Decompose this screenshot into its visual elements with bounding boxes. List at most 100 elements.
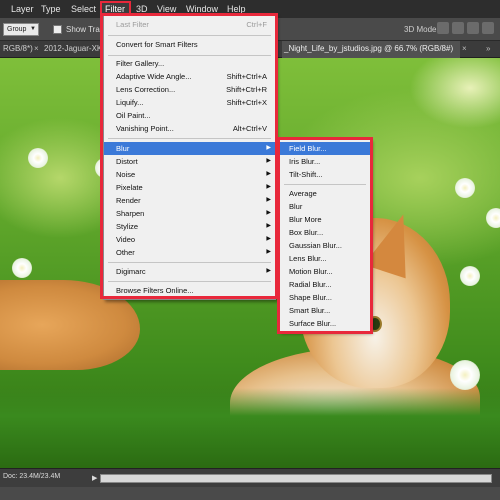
menu-3d[interactable]: 3D: [136, 4, 148, 14]
show-transform-label: Show Tran: [66, 25, 105, 34]
menu-item-shape-blur[interactable]: Shape Blur...: [280, 291, 370, 304]
menu-item-tilt-shift[interactable]: Tilt-Shift...: [280, 168, 370, 181]
pixelate-label: Pixelate: [116, 183, 143, 192]
chevron-right-icon: ▶: [266, 171, 271, 177]
lens-blur-label: Lens Blur...: [289, 254, 327, 263]
menu-item-box-blur[interactable]: Box Blur...: [280, 226, 370, 239]
menu-item-blur-basic[interactable]: Blur: [280, 200, 370, 213]
menu-item-blur-more[interactable]: Blur More: [280, 213, 370, 226]
menu-item-sharpen[interactable]: Sharpen ▶: [104, 207, 275, 220]
chevron-right-icon: ▶: [266, 145, 271, 151]
menu-item-vanishing-point[interactable]: Vanishing Point... Alt+Ctrl+V: [104, 122, 275, 135]
menu-separator: [108, 281, 271, 282]
liquify-label: Liquify...: [116, 98, 144, 107]
chevron-right-icon: ▶: [266, 268, 271, 274]
roll-3d-icon[interactable]: [452, 22, 464, 34]
menu-item-convert-smart-filters[interactable]: Convert for Smart Filters: [104, 38, 275, 51]
browse-label: Browse Filters Online...: [116, 286, 194, 295]
document-size: Doc: 23.4M/23.4M: [3, 473, 61, 480]
clover-flower: [486, 208, 500, 228]
tab-previous[interactable]: RGB/8*): [3, 44, 33, 53]
menu-item-filter-gallery[interactable]: Filter Gallery...: [104, 57, 275, 70]
status-bar: Doc: 23.4M/23.4M ▶: [0, 468, 500, 500]
smart-blur-label: Smart Blur...: [289, 306, 331, 315]
menu-window[interactable]: Window: [186, 4, 218, 14]
menu-item-noise[interactable]: Noise ▶: [104, 168, 275, 181]
menu-filter[interactable]: Filter: [105, 4, 125, 14]
radial-blur-label: Radial Blur...: [289, 280, 332, 289]
auto-select-dropdown[interactable]: Group ▼: [3, 23, 39, 36]
adaptive-label: Adaptive Wide Angle...: [116, 72, 192, 81]
blur-submenu: Field Blur... Iris Blur... Tilt-Shift...…: [279, 139, 371, 332]
menu-view[interactable]: View: [157, 4, 176, 14]
last-filter-shortcut: Ctrl+F: [246, 20, 267, 29]
lens-correction-label: Lens Correction...: [116, 85, 176, 94]
menu-item-smart-blur[interactable]: Smart Blur...: [280, 304, 370, 317]
menu-item-adaptive-wide-angle[interactable]: Adaptive Wide Angle... Shift+Ctrl+A: [104, 70, 275, 83]
chevron-right-icon: ▶: [266, 223, 271, 229]
chevron-right-icon: ▶: [266, 158, 271, 164]
clover-flower: [28, 148, 48, 168]
bottom-panel: [0, 487, 500, 500]
tab-jaguar[interactable]: 2012-Jaguar-XKR: [44, 44, 108, 53]
video-label: Video: [116, 235, 136, 244]
menu-separator: [284, 184, 366, 185]
menu-item-pixelate[interactable]: Pixelate ▶: [104, 181, 275, 194]
mode-3d-label: 3D Mode:: [404, 25, 439, 34]
digimarc-label: Digimarc: [116, 267, 146, 276]
close-icon[interactable]: ×: [462, 44, 467, 53]
menu-item-radial-blur[interactable]: Radial Blur...: [280, 278, 370, 291]
menu-item-digimarc[interactable]: Digimarc ▶: [104, 265, 275, 278]
status-arrow-icon[interactable]: ▶: [92, 474, 97, 482]
menu-separator: [108, 262, 271, 263]
menu-separator: [108, 138, 271, 139]
menu-item-iris-blur[interactable]: Iris Blur...: [280, 155, 370, 168]
motion-blur-label: Motion Blur...: [289, 267, 333, 276]
slide-3d-icon[interactable]: [482, 22, 494, 34]
menu-layer[interactable]: Layer: [11, 4, 34, 14]
menu-item-stylize[interactable]: Stylize ▶: [104, 220, 275, 233]
chevron-right-icon: ▶: [266, 197, 271, 203]
menu-type[interactable]: Type: [41, 4, 61, 14]
menu-item-distort[interactable]: Distort ▶: [104, 155, 275, 168]
photoshop-window: Layer Type Select Filter 3D View Window …: [0, 0, 500, 500]
blur-label: Blur: [116, 144, 130, 153]
vanishing-shortcut: Alt+Ctrl+V: [232, 124, 267, 133]
surface-blur-label: Surface Blur...: [289, 319, 337, 328]
menu-item-other[interactable]: Other ▶: [104, 246, 275, 259]
render-label: Render: [116, 196, 141, 205]
horizontal-scrollbar[interactable]: [100, 474, 492, 483]
clover-flower: [460, 266, 480, 286]
blur-basic-label: Blur: [289, 202, 303, 211]
last-filter-label: Last Filter: [116, 20, 149, 29]
stylize-label: Stylize: [116, 222, 139, 231]
show-transform-checkbox[interactable]: [53, 25, 62, 34]
drag-3d-icon[interactable]: [467, 22, 479, 34]
lens-correction-shortcut: Shift+Ctrl+R: [226, 85, 267, 94]
menu-item-liquify[interactable]: Liquify... Shift+Ctrl+X: [104, 96, 275, 109]
oil-paint-label: Oil Paint...: [116, 111, 151, 120]
menu-item-surface-blur[interactable]: Surface Blur...: [280, 317, 370, 330]
menu-help[interactable]: Help: [227, 4, 246, 14]
close-icon[interactable]: ×: [34, 44, 39, 53]
menu-item-oil-paint[interactable]: Oil Paint...: [104, 109, 275, 122]
menu-item-blur[interactable]: Blur ▶: [104, 142, 275, 155]
menu-item-average[interactable]: Average: [280, 187, 370, 200]
menu-item-video[interactable]: Video ▶: [104, 233, 275, 246]
menu-item-gaussian-blur[interactable]: Gaussian Blur...: [280, 239, 370, 252]
field-blur-label: Field Blur...: [289, 144, 327, 153]
sharpen-label: Sharpen: [116, 209, 145, 218]
chevron-down-icon: ▼: [30, 26, 36, 32]
grass-foreground: [0, 388, 500, 468]
menu-item-browse-filters-online[interactable]: Browse Filters Online...: [104, 284, 275, 297]
menu-item-field-blur[interactable]: Field Blur...: [280, 142, 370, 155]
more-tabs-icon[interactable]: »: [486, 44, 490, 53]
menu-item-motion-blur[interactable]: Motion Blur...: [280, 265, 370, 278]
menu-item-lens-blur[interactable]: Lens Blur...: [280, 252, 370, 265]
menu-select[interactable]: Select: [71, 4, 96, 14]
adaptive-shortcut: Shift+Ctrl+A: [226, 72, 267, 81]
menu-item-render[interactable]: Render ▶: [104, 194, 275, 207]
chevron-right-icon: ▶: [266, 236, 271, 242]
menu-item-lens-correction[interactable]: Lens Correction... Shift+Ctrl+R: [104, 83, 275, 96]
rotate-3d-icon[interactable]: [437, 22, 449, 34]
